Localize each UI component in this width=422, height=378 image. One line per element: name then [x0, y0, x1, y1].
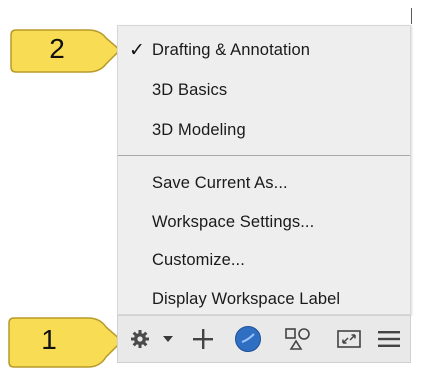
menu-item-label: Save Current As... [152, 173, 288, 192]
checkmark-icon: ✓ [129, 39, 146, 61]
menu-separator [118, 155, 410, 156]
clean-screen-button[interactable] [334, 316, 364, 362]
menu-item-label: Display Workspace Label [152, 289, 341, 308]
annotation-scale-icon [285, 328, 310, 350]
callout-2: 2 [8, 24, 128, 80]
menu-item-display-workspace-label[interactable]: Display Workspace Label [118, 280, 410, 318]
callout-number: 2 [49, 33, 65, 64]
menu-item-label: Drafting & Annotation [152, 40, 311, 59]
callout-1: 1 [6, 315, 130, 373]
workspace-switching-button[interactable] [126, 316, 154, 362]
menu-item-customize[interactable]: Customize... [118, 241, 410, 279]
menu-item-save-current-as[interactable]: Save Current As... [118, 164, 410, 202]
add-button[interactable] [188, 316, 218, 362]
status-bar [117, 315, 411, 363]
menu-item-3d-modeling[interactable]: 3D Modeling [118, 111, 410, 149]
hamburger-menu-icon [378, 331, 400, 347]
menu-item-3d-basics[interactable]: 3D Basics [118, 71, 410, 109]
fullscreen-icon [337, 330, 361, 348]
gear-icon [131, 330, 149, 348]
annotation-scale-button[interactable] [280, 316, 314, 362]
workspace-dropdown-button[interactable] [160, 316, 176, 362]
isolate-objects-button[interactable] [232, 316, 264, 362]
dropdown-arrow-icon [163, 336, 173, 342]
toolbar-divider [411, 8, 412, 24]
workspace-switching-menu: ✓ Drafting & Annotation 3D Basics 3D Mod… [117, 25, 411, 315]
menu-item-label: 3D Basics [152, 80, 228, 99]
customization-menu-button[interactable] [374, 316, 404, 362]
menu-item-label: Customize... [152, 250, 245, 269]
menu-item-drafting-annotation[interactable]: ✓ Drafting & Annotation [118, 31, 410, 69]
menu-item-workspace-settings[interactable]: Workspace Settings... [118, 203, 410, 241]
menu-item-label: 3D Modeling [152, 120, 246, 139]
menu-item-label: Workspace Settings... [152, 212, 315, 231]
isolate-objects-icon [235, 326, 261, 352]
callout-number: 1 [41, 324, 57, 355]
plus-icon [193, 329, 213, 349]
